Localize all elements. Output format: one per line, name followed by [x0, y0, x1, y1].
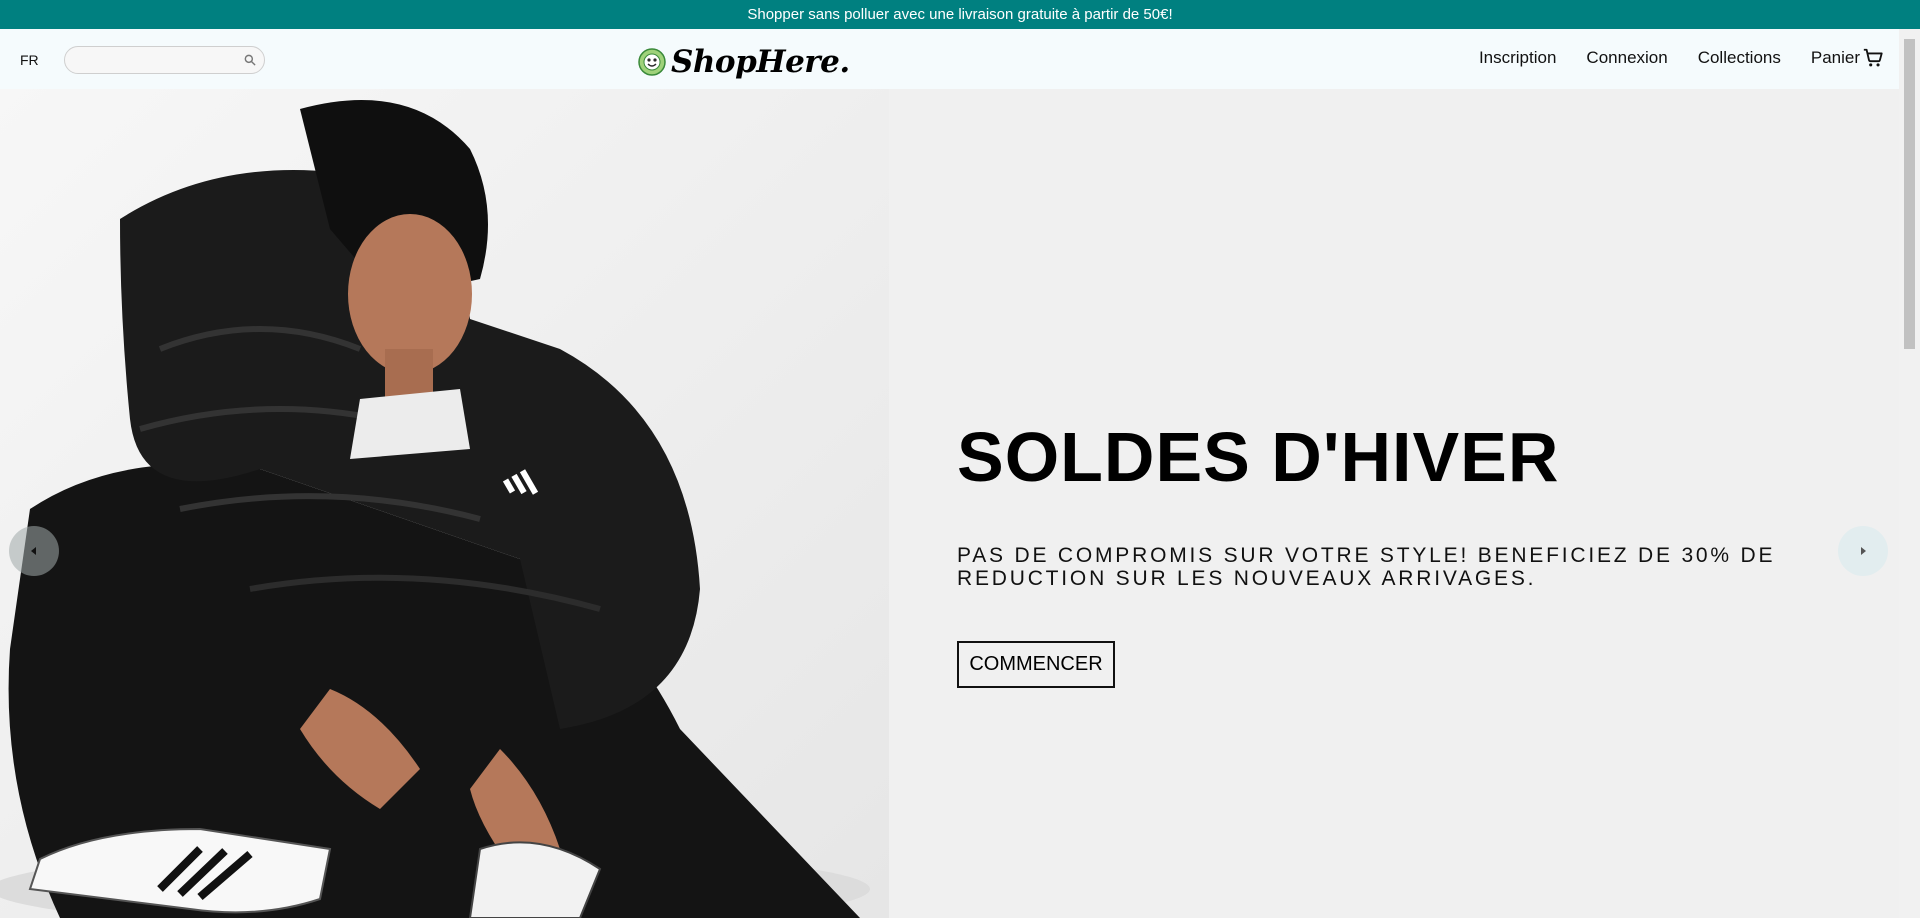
chevron-left-icon	[31, 547, 36, 555]
announcement-bar: Shopper sans polluer avec une livraison …	[0, 0, 1920, 29]
logo-mark-icon	[638, 48, 666, 76]
slider-next-button[interactable]	[1838, 526, 1888, 576]
start-shopping-button[interactable]: COMMENCER	[957, 641, 1115, 688]
nav-links: Inscription Connexion Collections Panier	[1449, 47, 1884, 69]
language-selector[interactable]: FR	[20, 52, 39, 68]
chevron-right-icon	[1861, 547, 1866, 555]
logo-text: ShopHere.	[671, 44, 850, 80]
nav-signup-link[interactable]: Inscription	[1479, 48, 1556, 68]
nav-collections-link[interactable]: Collections	[1698, 48, 1781, 68]
hero-title: SOLDES D'HIVER	[957, 418, 1560, 496]
slider-prev-button[interactable]	[9, 526, 59, 576]
navbar: FR ShopHere. Inscription Connexion Colle…	[0, 29, 1899, 89]
cart-icon	[1863, 48, 1883, 67]
hero-description: PAS DE COMPROMIS SUR VOTRE STYLE! BENEFI…	[957, 544, 1776, 590]
scrollbar-thumb[interactable]	[1904, 39, 1915, 349]
cart-label: Panier	[1810, 48, 1860, 67]
hero-model-image	[0, 89, 889, 918]
search-icon[interactable]	[243, 53, 257, 67]
search-input[interactable]	[65, 48, 235, 72]
announcement-text: Shopper sans polluer avec une livraison …	[747, 6, 1173, 23]
cart-link[interactable]: Panier	[1811, 47, 1884, 69]
hero-slider: SOLDES D'HIVER PAS DE COMPROMIS SUR VOTR…	[0, 89, 1899, 918]
search-box[interactable]	[64, 46, 265, 74]
page-scrollbar[interactable]	[1899, 29, 1920, 918]
logo[interactable]: ShopHere.	[638, 44, 850, 80]
nav-login-link[interactable]: Connexion	[1586, 48, 1667, 68]
hero-illustration	[0, 89, 889, 918]
